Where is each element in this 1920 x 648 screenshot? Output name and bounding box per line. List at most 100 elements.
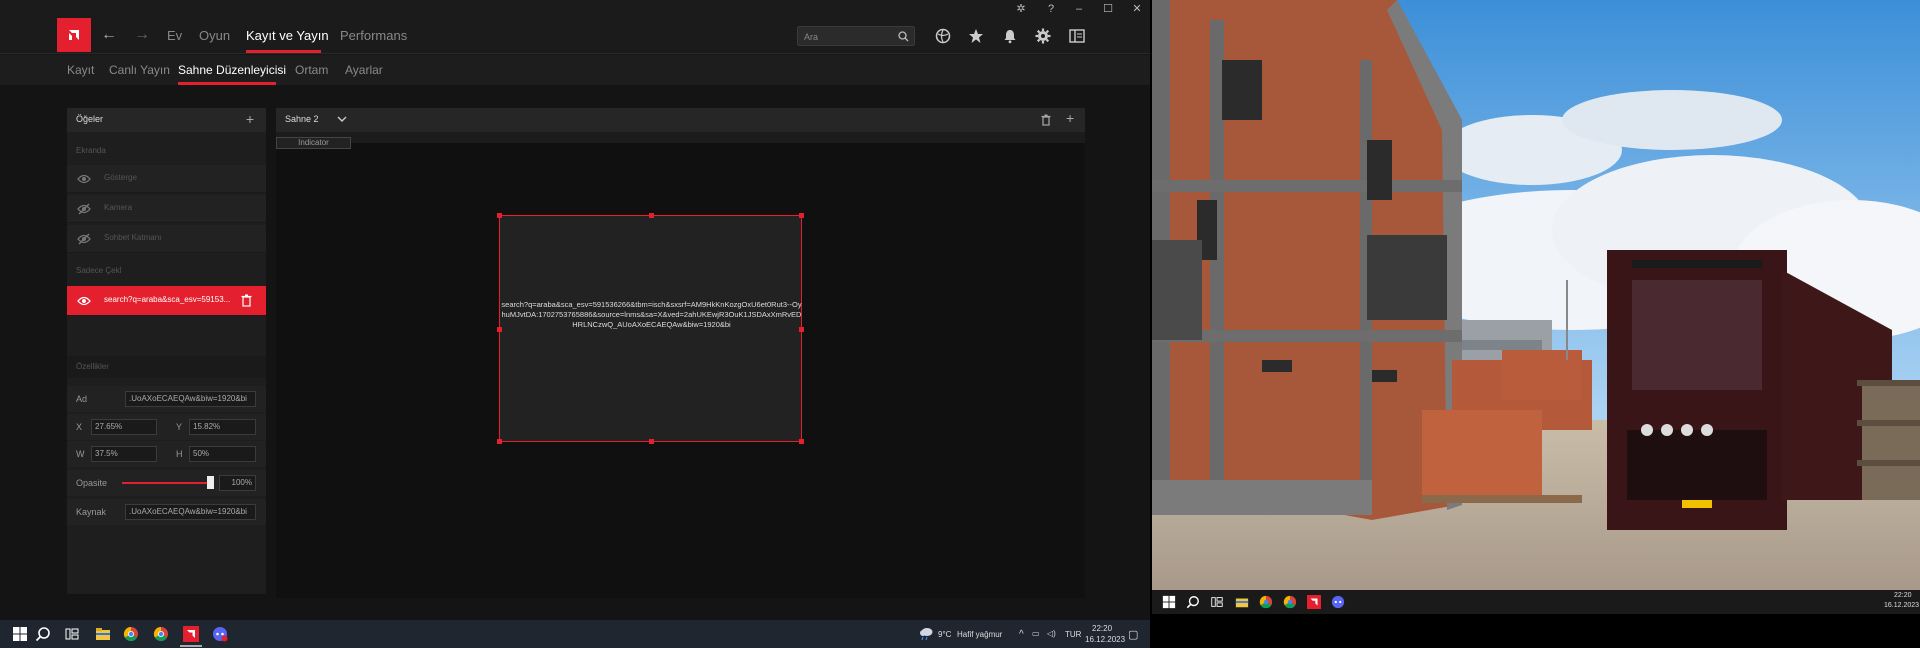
taskbar: 9°C Hafif yağmur ^ ▭ ◁) TUR 22:20 16.12.… <box>0 620 1150 648</box>
gear-icon[interactable] <box>1033 26 1053 46</box>
browser-source-box[interactable]: search?q=araba&sca_esv=591536266&tbm=isc… <box>497 213 804 444</box>
height-field[interactable]: 50% <box>189 446 256 462</box>
width-field[interactable]: 37.5% <box>91 446 157 462</box>
sub-navigation: Kayıt Canlı Yayın Sahne Düzenleyicisi Or… <box>0 55 1150 85</box>
add-scene-button[interactable]: + <box>1066 110 1074 126</box>
tab-environment[interactable]: Ortam <box>295 63 328 77</box>
chrome-icon[interactable] <box>153 626 169 642</box>
windows-start-icon[interactable] <box>1162 595 1176 609</box>
add-element-button[interactable]: + <box>246 111 254 127</box>
eye-off-icon[interactable] <box>77 203 91 215</box>
name-field[interactable]: .UoAXoECAEQAw&biw=1920&bi <box>125 391 256 407</box>
task-view-icon[interactable] <box>1210 595 1224 609</box>
resize-handle[interactable] <box>649 439 654 444</box>
weather-desc: Hafif yağmur <box>957 630 1003 639</box>
discord-icon[interactable] <box>1331 595 1345 609</box>
bell-icon[interactable] <box>1000 26 1020 46</box>
prop-y-label: Y <box>176 422 183 432</box>
y-field[interactable]: 15.82% <box>189 419 256 435</box>
opacity-slider-track[interactable] <box>122 482 210 484</box>
weather-rain-icon[interactable] <box>918 627 934 641</box>
scene-header: Sahne 2 + <box>276 108 1085 132</box>
scene-canvas[interactable]: Indicator search?q=araba&sca_esv=5915362… <box>276 137 1085 598</box>
eye-icon[interactable] <box>77 173 91 185</box>
scene-panel: Sahne 2 + Indicator search?q=araba&sca_e… <box>276 108 1085 598</box>
volume-icon[interactable]: ◁) <box>1047 629 1056 638</box>
resize-handle[interactable] <box>799 439 804 444</box>
tab-live-stream[interactable]: Canlı Yayın <box>109 63 170 77</box>
help-icon[interactable]: ? <box>1040 1 1062 17</box>
globe-icon[interactable] <box>933 26 953 46</box>
file-explorer-icon[interactable] <box>95 626 111 642</box>
layer-item-browser-source[interactable]: search?q=araba&sca_esv=59153... <box>67 286 266 316</box>
search-icon[interactable] <box>1186 595 1200 609</box>
amd-logo[interactable] <box>57 18 91 52</box>
opacity-field[interactable]: 100% <box>219 475 256 491</box>
layer-item-chat-overlay[interactable]: Sohbet Katmanı <box>67 225 266 253</box>
resize-handle[interactable] <box>649 213 654 218</box>
search-icon[interactable] <box>898 31 909 42</box>
tab-record[interactable]: Kayıt <box>67 63 94 77</box>
tab-gaming[interactable]: Oyun <box>199 28 230 43</box>
preview-bottom-bar <box>1152 614 1920 648</box>
elements-header: Öğeler + <box>67 108 266 132</box>
tab-home[interactable]: Ev <box>167 28 182 43</box>
task-view-icon[interactable] <box>64 626 80 642</box>
layout-icon[interactable] <box>1067 26 1087 46</box>
trash-icon[interactable] <box>241 294 252 307</box>
resize-handle[interactable] <box>497 213 502 218</box>
opacity-slider-thumb[interactable] <box>207 476 214 489</box>
chrome-icon[interactable] <box>1259 595 1273 609</box>
amd-app-icon[interactable] <box>1307 595 1321 609</box>
scene-name[interactable]: Sahne 2 <box>285 114 319 124</box>
discord-icon[interactable] <box>212 626 228 642</box>
clock-time[interactable]: 22:20 <box>1092 624 1112 633</box>
chevron-down-icon[interactable] <box>337 116 347 123</box>
resize-handle[interactable] <box>799 213 804 218</box>
eye-icon[interactable] <box>77 295 91 307</box>
forward-arrow-icon[interactable]: → <box>134 26 150 44</box>
prop-w-label: W <box>76 449 85 459</box>
minimize-button[interactable]: – <box>1068 1 1090 17</box>
source-field[interactable]: .UoAXoECAEQAw&biw=1920&bi <box>125 504 256 520</box>
properties-title: Özellikler <box>76 362 109 371</box>
trash-icon[interactable] <box>1041 114 1051 126</box>
close-button[interactable]: ✕ <box>1126 1 1148 17</box>
back-arrow-icon[interactable]: ← <box>101 26 117 44</box>
x-field[interactable]: 27.65% <box>91 419 157 435</box>
chevron-up-icon[interactable]: ^ <box>1019 629 1024 640</box>
tab-scene-editor[interactable]: Sahne Düzenleyicisi <box>178 63 286 77</box>
file-explorer-icon[interactable] <box>1235 595 1249 609</box>
active-tab-indicator <box>246 50 321 53</box>
bug-report-icon[interactable]: ✲ <box>1010 1 1032 17</box>
source-url-text: search?q=araba&sca_esv=591536266&tbm=isc… <box>501 300 802 329</box>
resize-handle[interactable] <box>799 327 804 332</box>
prop-source-label: Kaynak <box>76 507 107 517</box>
chrome-icon[interactable] <box>123 626 139 642</box>
network-icon[interactable]: ▭ <box>1032 629 1040 638</box>
layer-item-camera[interactable]: Kamera <box>67 195 266 223</box>
windows-start-icon[interactable] <box>12 626 28 642</box>
tab-record-stream[interactable]: Kayıt ve Yayın <box>246 28 329 43</box>
clock-date[interactable]: 16.12.2023 <box>1884 602 1919 609</box>
prop-x-label: X <box>76 422 83 432</box>
amd-app-icon[interactable] <box>183 626 199 642</box>
tab-settings[interactable]: Ayarlar <box>345 63 383 77</box>
prop-opacity-row: Opasite 100% <box>67 470 266 496</box>
layer-item-gauge[interactable]: Gösterge <box>67 165 266 193</box>
maximize-button[interactable]: ☐ <box>1097 1 1119 17</box>
resize-handle[interactable] <box>497 439 502 444</box>
search-input[interactable] <box>804 29 889 44</box>
active-app-indicator <box>180 645 202 647</box>
eye-off-icon[interactable] <box>77 233 91 245</box>
chrome-icon[interactable] <box>1283 595 1297 609</box>
clock-time[interactable]: 22:20 <box>1894 592 1912 599</box>
language-indicator[interactable]: TUR <box>1065 630 1081 639</box>
search-icon[interactable] <box>35 626 51 642</box>
star-icon[interactable] <box>966 26 986 46</box>
tab-performance[interactable]: Performans <box>340 28 407 43</box>
notification-icon[interactable]: ▢ <box>1128 628 1138 641</box>
clock-date[interactable]: 16.12.2023 <box>1085 635 1125 644</box>
resize-handle[interactable] <box>497 327 502 332</box>
weather-temp: 9°C <box>938 630 952 639</box>
